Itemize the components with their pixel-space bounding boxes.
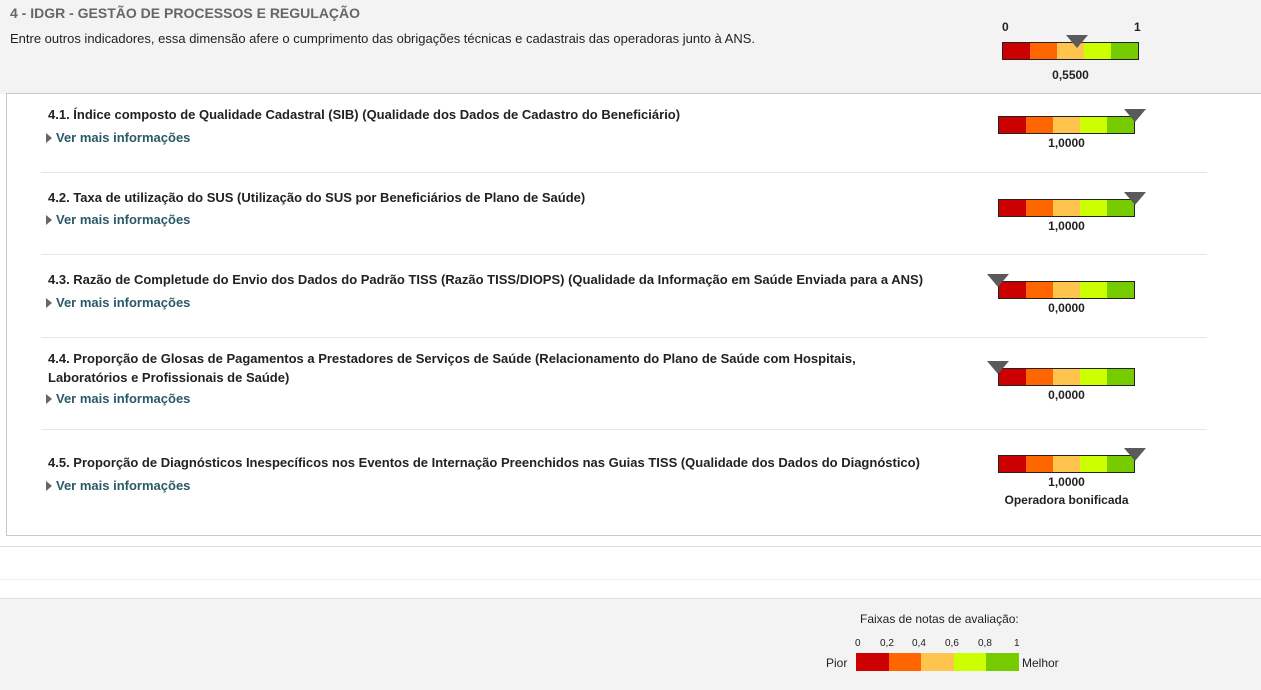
ver-mais-link[interactable]: Ver mais informações bbox=[41, 391, 190, 406]
gauge-value: 1,0000 bbox=[1048, 136, 1085, 150]
gauge-band-5 bbox=[1107, 369, 1134, 385]
ver-mais-link[interactable]: Ver mais informações bbox=[41, 130, 190, 145]
gauge-band-2 bbox=[1026, 200, 1053, 216]
ver-mais-label: Ver mais informações bbox=[56, 391, 191, 406]
indicator-row: 4.2. Taxa de utilização do SUS (Utilizaç… bbox=[41, 172, 1207, 255]
legend-bar bbox=[856, 653, 1019, 671]
legend-best-label: Melhor bbox=[1022, 656, 1059, 670]
legend-title: Faixas de notas de avaliação: bbox=[860, 612, 1019, 626]
dimension-title: 4 - IDGR - GESTÃO DE PROCESSOS E REGULAÇ… bbox=[10, 5, 361, 21]
gauge-band-2 bbox=[1030, 43, 1057, 59]
gauge-value: 0,5500 bbox=[1052, 68, 1089, 82]
gauge-marker-icon bbox=[1124, 109, 1146, 122]
legend-tick: 1 bbox=[1014, 638, 1020, 649]
indicator-row: 4.3. Razão de Completude do Envio dos Da… bbox=[41, 255, 1207, 338]
gauge-bar bbox=[998, 199, 1135, 217]
gauge-band-3 bbox=[1053, 369, 1080, 385]
indicator-title: 4.5. Proporção de Diagnósticos Inespecíf… bbox=[48, 455, 920, 470]
gauge-marker-icon bbox=[1124, 192, 1146, 205]
expand-arrow-icon bbox=[46, 297, 52, 308]
ver-mais-label: Ver mais informações bbox=[56, 130, 191, 145]
gauge-band-3 bbox=[1053, 200, 1080, 216]
gauge-band-3 bbox=[1053, 456, 1080, 472]
section-divider bbox=[0, 579, 1261, 580]
gauge-bar bbox=[998, 455, 1135, 473]
legend-band-2 bbox=[888, 653, 922, 671]
legend-tick: 0,4 bbox=[912, 638, 926, 649]
legend-tick: 0,8 bbox=[978, 638, 992, 649]
section-divider bbox=[0, 546, 1261, 547]
legend-tick: 0,2 bbox=[880, 638, 894, 649]
legend-tick: 0,6 bbox=[945, 638, 959, 649]
gauge-bar bbox=[998, 116, 1135, 134]
expand-arrow-icon bbox=[46, 393, 52, 404]
gauge-min-label: 0 bbox=[1002, 20, 1009, 34]
gauge-band-2 bbox=[1026, 117, 1053, 133]
indicator-title: 4.2. Taxa de utilização do SUS (Utilizaç… bbox=[48, 190, 586, 205]
gauge-band-2 bbox=[1026, 456, 1053, 472]
gauge-band-4 bbox=[1080, 200, 1107, 216]
ver-mais-link[interactable]: Ver mais informações bbox=[41, 295, 190, 310]
gauge-marker-icon bbox=[1066, 35, 1089, 48]
indicator-title: 4.4. Proporção de Glosas de Pagamentos a… bbox=[48, 351, 856, 385]
legend-tick: 0 bbox=[855, 638, 861, 649]
legend-band-4 bbox=[953, 653, 987, 671]
gauge-marker-icon bbox=[987, 274, 1009, 287]
expand-arrow-icon bbox=[46, 214, 52, 225]
indicator-row: 4.5. Proporção de Diagnósticos Inespecíf… bbox=[41, 430, 1207, 535]
gauge-band-5 bbox=[1107, 282, 1134, 298]
gauge-bar bbox=[998, 281, 1135, 299]
bonus-note: Operadora bonificada bbox=[1004, 493, 1129, 507]
indicator-title: 4.3. Razão de Completude do Envio dos Da… bbox=[48, 272, 924, 287]
gauge-max-label: 1 bbox=[1134, 20, 1141, 34]
indicators-panel: 4.1. Índice composto de Qualidade Cadast… bbox=[6, 93, 1261, 536]
legend-band-1 bbox=[856, 653, 889, 671]
gauge-band-3 bbox=[1053, 282, 1080, 298]
gauge-band-1 bbox=[999, 117, 1026, 133]
gauge-band-3 bbox=[1053, 117, 1080, 133]
gauge-band-2 bbox=[1026, 369, 1053, 385]
dimension-description: Entre outros indicadores, essa dimensão … bbox=[10, 31, 756, 46]
gauge-marker-icon bbox=[1124, 448, 1146, 461]
gauge-band-4 bbox=[1080, 456, 1107, 472]
ver-mais-label: Ver mais informações bbox=[56, 295, 191, 310]
indicator-row: 4.4. Proporção de Glosas de Pagamentos a… bbox=[41, 338, 1207, 430]
gauge-value: 0,0000 bbox=[1048, 301, 1085, 315]
gauge-band-4 bbox=[1080, 369, 1107, 385]
gauge-value: 1,0000 bbox=[1048, 475, 1085, 489]
gauge-marker-icon bbox=[987, 361, 1009, 374]
indicator-row: 4.1. Índice composto de Qualidade Cadast… bbox=[41, 94, 1207, 173]
gauge-band-4 bbox=[1080, 282, 1107, 298]
ver-mais-label: Ver mais informações bbox=[56, 478, 191, 493]
ver-mais-label: Ver mais informações bbox=[56, 212, 191, 227]
gauge-band-1 bbox=[999, 456, 1026, 472]
gauge-value: 0,0000 bbox=[1048, 388, 1085, 402]
gauge-band-5 bbox=[1111, 43, 1138, 59]
gauge-band-1 bbox=[999, 200, 1026, 216]
indicator-title: 4.1. Índice composto de Qualidade Cadast… bbox=[48, 107, 681, 122]
gauge-band-4 bbox=[1080, 117, 1107, 133]
legend-worst-label: Pior bbox=[826, 656, 848, 670]
expand-arrow-icon bbox=[46, 480, 52, 491]
gauge-band-1 bbox=[1003, 43, 1030, 59]
legend-band-5 bbox=[986, 653, 1019, 671]
ver-mais-link[interactable]: Ver mais informações bbox=[41, 478, 190, 493]
expand-arrow-icon bbox=[46, 132, 52, 143]
legend-band-3 bbox=[921, 653, 954, 671]
ver-mais-link[interactable]: Ver mais informações bbox=[41, 212, 190, 227]
gauge-value: 1,0000 bbox=[1048, 219, 1085, 233]
gauge-band-2 bbox=[1026, 282, 1053, 298]
legend-footer: Faixas de notas de avaliação: 0 0,2 0,4 … bbox=[0, 598, 1261, 690]
dimension-header: 4 - IDGR - GESTÃO DE PROCESSOS E REGULAÇ… bbox=[0, 0, 1261, 94]
gauge-bar bbox=[998, 368, 1135, 386]
